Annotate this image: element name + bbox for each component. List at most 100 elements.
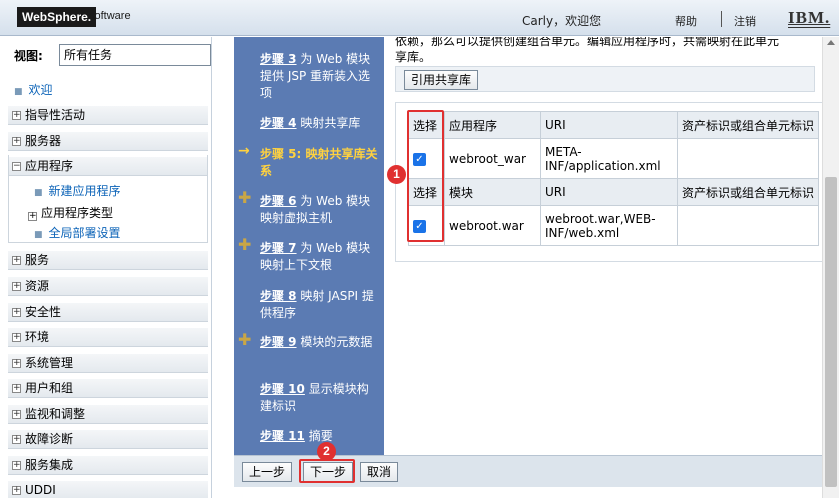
nav-category-label: 系统管理 xyxy=(25,356,74,370)
reference-shared-library-button[interactable]: 引用共享库 xyxy=(404,70,479,90)
nav-category-users-groups[interactable]: + 用户和组 xyxy=(8,378,208,398)
nav-global-deployment-label: 全局部署设置 xyxy=(48,226,121,240)
step-number: 步骤 10 xyxy=(260,382,305,396)
main-content: 依赖，那么可以提供创建组合单元。编辑应用程序时，共需映射在此单元 享库。 引用共… xyxy=(384,37,822,455)
vertical-scrollbar[interactable] xyxy=(822,37,839,498)
nav-application-types[interactable]: + 应用程序类型 xyxy=(28,204,113,221)
scrollbar-thumb[interactable] xyxy=(825,177,837,487)
nav-category-label: 服务 xyxy=(25,253,50,267)
step-8-link[interactable]: 步骤 8 映射 JASPI 提供程序 xyxy=(260,288,378,322)
step-number: 步骤 8 xyxy=(260,289,297,303)
nav-category-troubleshooting[interactable]: + 故障诊断 xyxy=(8,429,208,449)
wizard-steps-panel: 步骤 3 为 Web 模块提供 JSP 重新装入选项 步骤 4 映射共享库 → … xyxy=(234,37,384,455)
step-4-link[interactable]: 步骤 4 映射共享库 xyxy=(260,115,378,132)
intro-line-2: 享库。 xyxy=(395,50,432,64)
expand-icon: + xyxy=(12,307,21,317)
step-number: 步骤 5: xyxy=(260,147,302,161)
expand-icon: + xyxy=(12,485,21,495)
expand-icon: + xyxy=(12,281,21,291)
expand-icon: + xyxy=(12,110,21,120)
nav-welcome-link[interactable]: ■ 欢迎 xyxy=(14,81,53,98)
scroll-up-icon[interactable] xyxy=(827,40,835,45)
logout-link[interactable]: 注销 xyxy=(734,13,756,29)
page-bottom xyxy=(234,487,822,498)
step-6-link[interactable]: 步骤 6 为 Web 模块映射虚拟主机 xyxy=(260,193,378,227)
nav-category-services[interactable]: + 服务 xyxy=(8,250,208,270)
intro-text: 依赖，那么可以提供创建组合单元。编辑应用程序时，共需映射在此单元 享库。 xyxy=(395,37,815,65)
nav-category-servers[interactable]: + 服务器 xyxy=(8,131,208,151)
nav-category-resources[interactable]: + 资源 xyxy=(8,276,208,296)
column-header-asset-id: 资产标识或组合单元标识 xyxy=(676,111,820,139)
required-step-icon: ✚ xyxy=(238,330,252,349)
asset-id-cell xyxy=(676,205,820,246)
nav-category-label: 用户和组 xyxy=(25,381,74,395)
step-10-link[interactable]: 步骤 10 显示模块构建标识 xyxy=(260,381,378,415)
nav-category-label: 服务集成 xyxy=(25,458,74,472)
step-number: 步骤 4 xyxy=(260,116,297,130)
step-label: 模块的元数据 xyxy=(296,335,373,349)
bullet-icon: ■ xyxy=(34,230,43,240)
nav-application-types-label: 应用程序类型 xyxy=(41,206,114,220)
nav-category-label: 安全性 xyxy=(25,305,62,319)
view-label: 视图: xyxy=(14,49,43,63)
table-header-row: 选择 模块 URI 资产标识或组合单元标识 xyxy=(408,178,820,206)
nav-category-label: 指导性活动 xyxy=(25,108,86,122)
expand-icon: + xyxy=(12,136,21,146)
reference-toolbar: 引用共享库 xyxy=(395,66,815,92)
step-5-current: 步骤 5: 映射共享库关系 xyxy=(260,146,378,180)
step-number: 步骤 9 xyxy=(260,335,297,349)
nav-category-service-integration[interactable]: + 服务集成 xyxy=(8,455,208,475)
logo-subtitle: software xyxy=(89,10,131,22)
asset-id-cell xyxy=(676,138,820,179)
step-label: 摘要 xyxy=(304,429,333,443)
column-header-application: 应用程序 xyxy=(444,111,541,139)
expand-icon: + xyxy=(12,434,21,444)
nav-category-label: UDDI xyxy=(25,483,56,497)
websphere-logo: WebSphere. xyxy=(17,7,97,27)
step-9-link[interactable]: 步骤 9 模块的元数据 xyxy=(260,334,378,351)
nav-global-deployment[interactable]: ■ 全局部署设置 xyxy=(34,224,121,241)
step-number: 步骤 6 xyxy=(260,194,297,208)
required-step-icon: ✚ xyxy=(238,235,252,254)
step-number: 步骤 11 xyxy=(260,429,305,443)
nav-category-label: 故障诊断 xyxy=(25,432,74,446)
expand-icon: + xyxy=(28,211,37,221)
nav-category-label: 资源 xyxy=(25,279,50,293)
step-3-link[interactable]: 步骤 3 为 Web 模块提供 JSP 重新装入选项 xyxy=(260,51,378,102)
next-button-highlight xyxy=(299,459,355,483)
ibm-logo: IBM. xyxy=(788,8,831,27)
table-header-row: 选择 应用程序 URI 资产标识或组合单元标识 xyxy=(408,111,820,139)
nav-new-application[interactable]: ■ 新建应用程序 xyxy=(34,182,121,199)
help-link[interactable]: 帮助 xyxy=(675,13,697,29)
nav-category-guided[interactable]: + 指导性活动 xyxy=(8,105,208,125)
bullet-icon: ■ xyxy=(34,188,43,198)
required-step-icon: ✚ xyxy=(238,188,252,207)
left-navigation: 视图: 所有任务 ■ 欢迎 + 指导性活动 + 服务器 − 应用程序 ■ 新建应用程序 +… xyxy=(0,37,212,498)
view-select[interactable]: 所有任务 xyxy=(59,44,211,66)
module-name-cell: webroot.war xyxy=(444,205,541,246)
user-greeting: Carly，欢迎您 xyxy=(522,14,602,28)
header-separator xyxy=(721,11,722,27)
mapping-table-container: 选择 应用程序 URI 资产标识或组合单元标识 ✓ webroot_war ME… xyxy=(395,102,822,262)
uri-cell: META-INF/application.xml xyxy=(540,138,678,179)
step-number: 步骤 3 xyxy=(260,52,297,66)
expand-icon: + xyxy=(12,332,21,342)
step-number: 步骤 7 xyxy=(260,241,297,255)
nav-category-monitoring[interactable]: + 监视和调整 xyxy=(8,404,208,424)
select-column-highlight xyxy=(407,110,444,242)
nav-category-system-admin[interactable]: + 系统管理 xyxy=(8,353,208,373)
nav-category-environment[interactable]: + 环境 xyxy=(8,327,208,347)
step-7-link[interactable]: 步骤 7 为 Web 模块映射上下文根 xyxy=(260,240,378,274)
intro-line-1: 依赖，那么可以提供创建组合单元。编辑应用程序时，共需映射在此单元 xyxy=(395,37,780,48)
step-11-link[interactable]: 步骤 11 摘要 xyxy=(260,428,378,445)
nav-welcome-label: 欢迎 xyxy=(28,83,53,97)
expand-icon: + xyxy=(12,255,21,265)
annotation-marker-2: 2 xyxy=(317,442,336,461)
nav-category-label: 服务器 xyxy=(25,134,62,148)
column-header-uri: URI xyxy=(540,111,678,139)
expand-icon: + xyxy=(12,409,21,419)
cancel-button[interactable]: 取消 xyxy=(360,462,399,482)
previous-button[interactable]: 上一步 xyxy=(242,462,293,482)
nav-category-security[interactable]: + 安全性 xyxy=(8,302,208,322)
nav-category-uddi[interactable]: + UDDI xyxy=(8,480,208,498)
